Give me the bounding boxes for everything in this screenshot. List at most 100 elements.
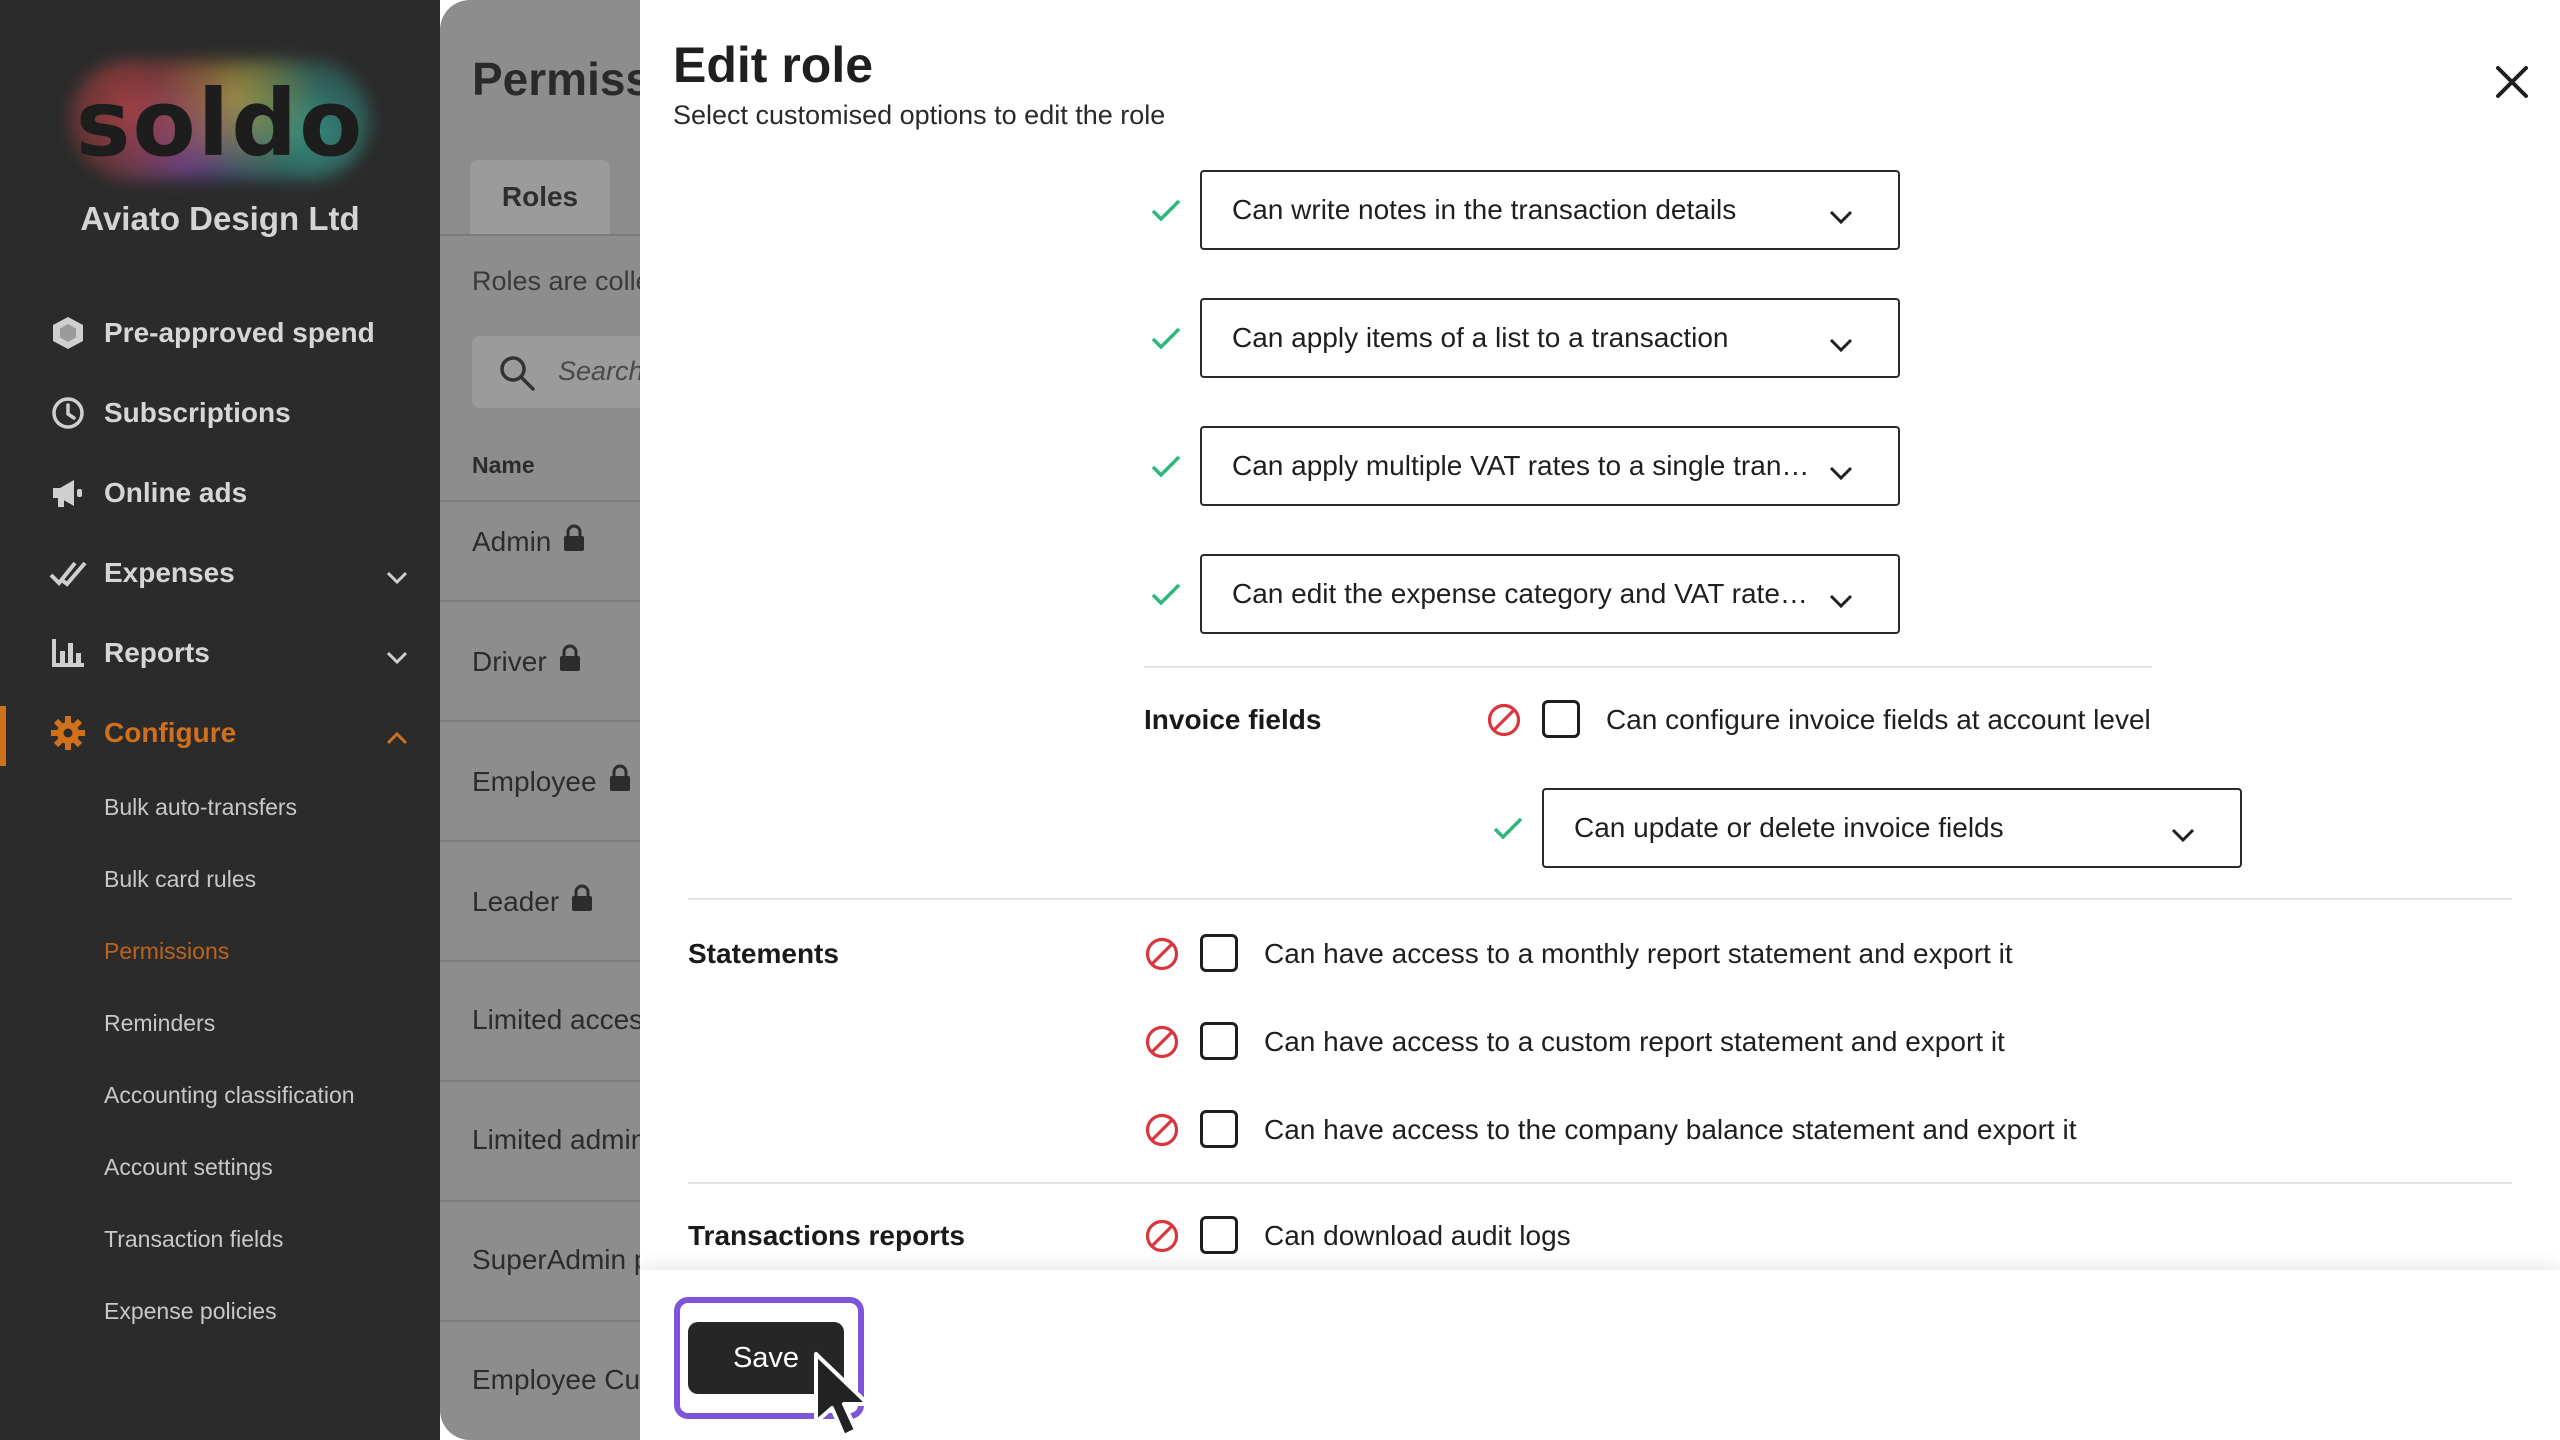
subnav-reminders[interactable]: Reminders bbox=[104, 1010, 215, 1037]
gear-icon bbox=[48, 713, 88, 753]
lock-icon bbox=[563, 524, 585, 559]
nav-label: Expenses bbox=[104, 557, 235, 588]
nav-label: Pre-approved spend bbox=[104, 317, 375, 348]
search-input[interactable]: Search bbox=[472, 336, 640, 408]
megaphone-icon bbox=[48, 473, 88, 513]
checkbox-monthly-statement[interactable] bbox=[1200, 934, 1238, 972]
checkbox-label: Can have access to the company balance s… bbox=[1264, 1114, 2077, 1145]
nav-label: Online ads bbox=[104, 477, 248, 508]
section-label-transactions-reports: Transactions reports bbox=[688, 1220, 965, 1251]
tab-underline bbox=[440, 234, 640, 236]
chevron-down-icon bbox=[386, 560, 408, 592]
chevron-down-icon bbox=[1828, 328, 1854, 360]
permission-select-list-items[interactable]: Can apply items of a list to a transacti… bbox=[1200, 298, 1900, 378]
nav-subscriptions[interactable]: Subscriptions bbox=[48, 388, 408, 438]
role-name: Limited admin bbox=[472, 1124, 640, 1155]
section-label-statements: Statements bbox=[688, 938, 839, 969]
check-icon bbox=[1148, 448, 1184, 484]
check-icon bbox=[1148, 192, 1184, 228]
subnav-expense-policies[interactable]: Expense policies bbox=[104, 1298, 277, 1325]
close-icon[interactable] bbox=[2490, 60, 2534, 104]
soldo-logo: soldo bbox=[70, 60, 370, 180]
divider bbox=[688, 1182, 2512, 1184]
section-label-invoice-fields: Invoice fields bbox=[1144, 704, 1322, 735]
checkbox-download-audit-logs[interactable] bbox=[1200, 1216, 1238, 1254]
search-placeholder: Search bbox=[558, 356, 640, 386]
column-header-name: Name bbox=[472, 452, 535, 478]
subnav-permissions[interactable]: Permissions bbox=[104, 938, 229, 965]
sidebar: soldo Aviato Design Ltd Pre-approved spe… bbox=[0, 0, 440, 1440]
divider bbox=[688, 898, 2512, 900]
blocked-icon bbox=[1486, 702, 1522, 738]
nav-expenses[interactable]: Expenses bbox=[48, 548, 408, 598]
role-name: Admin bbox=[472, 525, 552, 557]
subnav-bulk-card-rules[interactable]: Bulk card rules bbox=[104, 866, 256, 893]
search-icon bbox=[498, 354, 536, 397]
role-name: Limited access bbox=[472, 1004, 640, 1035]
check-icon bbox=[1148, 320, 1184, 356]
checkbox-label: Can download audit logs bbox=[1264, 1220, 1571, 1251]
table-row[interactable]: Limited access bbox=[440, 960, 640, 1080]
role-name: SuperAdmin p bbox=[472, 1244, 640, 1275]
chevron-down-icon bbox=[1828, 200, 1854, 232]
nav-label: Subscriptions bbox=[104, 397, 291, 428]
panel-title: Edit role bbox=[673, 37, 874, 93]
role-name: Driver bbox=[472, 645, 547, 677]
double-check-icon bbox=[48, 553, 88, 593]
permission-select-notes[interactable]: Can write notes in the transaction detai… bbox=[1200, 170, 1900, 250]
chevron-down-icon bbox=[386, 640, 408, 672]
chevron-down-icon bbox=[2170, 818, 2196, 850]
nav-label: Configure bbox=[104, 717, 237, 748]
chevron-down-icon bbox=[1828, 584, 1854, 616]
lock-icon bbox=[559, 644, 581, 679]
company-name: Aviato Design Ltd bbox=[80, 200, 360, 237]
blocked-icon bbox=[1144, 1112, 1180, 1148]
lock-icon bbox=[571, 884, 593, 919]
blocked-icon bbox=[1144, 1218, 1180, 1254]
checkbox-configure-invoice-fields[interactable] bbox=[1542, 700, 1580, 738]
chevron-down-icon bbox=[1828, 456, 1854, 488]
subnav-bulk-auto-transfers[interactable]: Bulk auto-transfers bbox=[104, 794, 297, 821]
clock-icon bbox=[48, 393, 88, 433]
panel-subtitle: Select customised options to edit the ro… bbox=[673, 100, 1166, 130]
permissions-page-backdrop: Permissions Roles Roles are collections … bbox=[440, 0, 640, 1440]
table-row[interactable]: Driver bbox=[440, 600, 640, 720]
chevron-up-icon bbox=[386, 720, 408, 752]
checkbox-custom-statement[interactable] bbox=[1200, 1022, 1238, 1060]
role-name: Employee Custom bbox=[472, 1364, 640, 1395]
permission-select-vat-rates[interactable]: Can apply multiple VAT rates to a single… bbox=[1200, 426, 1900, 506]
checkbox-balance-statement[interactable] bbox=[1200, 1110, 1238, 1148]
table-row[interactable]: Leader bbox=[440, 840, 640, 960]
check-icon bbox=[1148, 576, 1184, 612]
nav-label: Reports bbox=[104, 637, 210, 668]
blocked-icon bbox=[1144, 936, 1180, 972]
table-row[interactable]: Employee bbox=[440, 720, 640, 840]
hexagon-icon bbox=[48, 313, 88, 353]
nav-reports[interactable]: Reports bbox=[48, 628, 408, 678]
lock-icon bbox=[609, 764, 631, 799]
table-row[interactable]: SuperAdmin p bbox=[440, 1200, 640, 1320]
panel-footer: Save bbox=[640, 1270, 2560, 1440]
edit-role-panel: Edit role Select customised options to e… bbox=[640, 0, 2560, 1440]
permission-select-invoice-fields[interactable]: Can update or delete invoice fields bbox=[1542, 788, 2242, 868]
divider bbox=[1144, 666, 2152, 668]
checkbox-label: Can have access to a custom report state… bbox=[1264, 1026, 2005, 1057]
permission-select-expense-category[interactable]: Can edit the expense category and VAT ra… bbox=[1200, 554, 1900, 634]
table-row[interactable]: Employee Custom bbox=[440, 1320, 640, 1440]
check-icon bbox=[1490, 810, 1526, 846]
nav-configure[interactable]: Configure bbox=[48, 708, 408, 758]
table-row[interactable]: Limited admin bbox=[440, 1080, 640, 1200]
subnav-accounting-classification[interactable]: Accounting classification bbox=[104, 1082, 355, 1109]
bar-chart-icon bbox=[48, 633, 88, 673]
blocked-icon bbox=[1144, 1024, 1180, 1060]
active-indicator bbox=[0, 706, 6, 766]
checkbox-label: Can configure invoice fields at account … bbox=[1606, 704, 2151, 735]
role-name: Leader bbox=[472, 885, 560, 917]
tab-roles[interactable]: Roles bbox=[470, 160, 610, 234]
subnav-account-settings[interactable]: Account settings bbox=[104, 1154, 273, 1181]
role-name: Employee bbox=[472, 765, 597, 797]
nav-pre-approved-spend[interactable]: Pre-approved spend bbox=[48, 308, 408, 358]
subnav-transaction-fields[interactable]: Transaction fields bbox=[104, 1226, 283, 1253]
page-description: Roles are collections of permissions bbox=[472, 266, 640, 296]
nav-online-ads[interactable]: Online ads bbox=[48, 468, 408, 518]
